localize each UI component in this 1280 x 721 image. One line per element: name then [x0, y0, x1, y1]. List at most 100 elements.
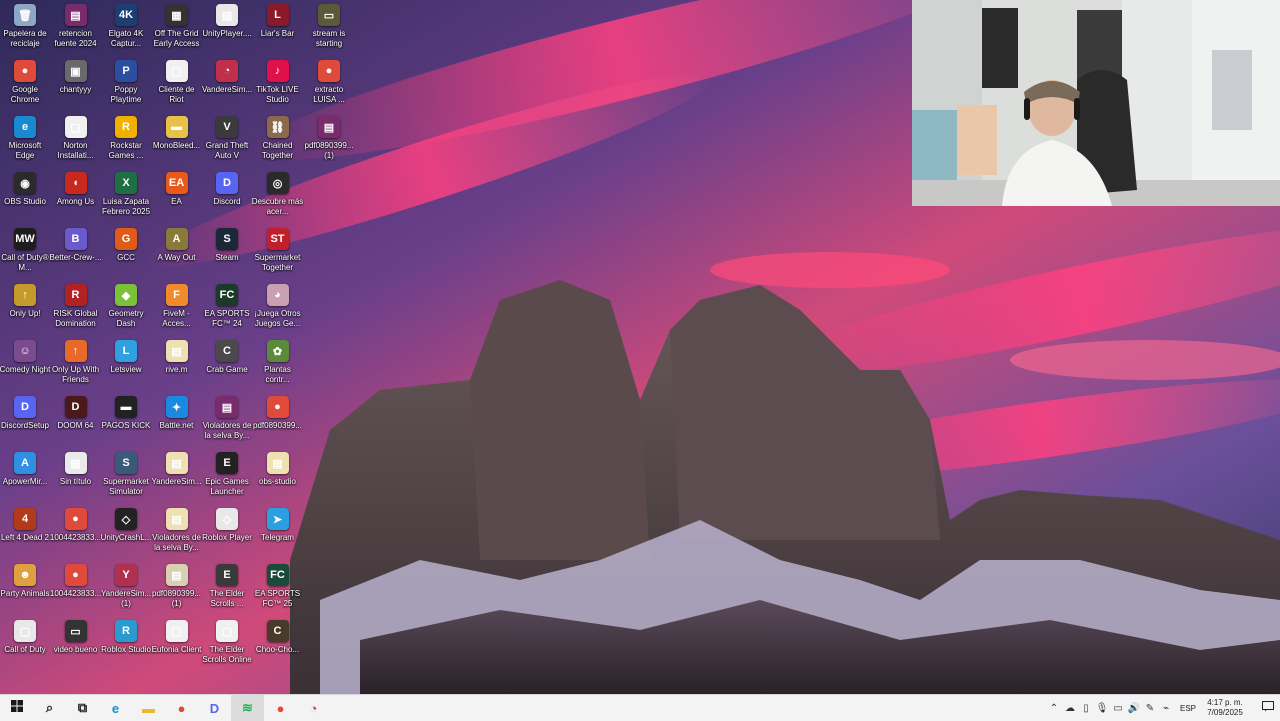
desktop-shortcut[interactable]: 🗑 Papelera de reciclaje: [0, 2, 50, 58]
desktop-shortcut[interactable]: C Choo-Cho...: [253, 618, 303, 674]
desktop-shortcut[interactable]: ◖ Among Us: [51, 170, 101, 226]
desktop-shortcut[interactable]: ▢ Norton Installati...: [51, 114, 101, 170]
desktop-shortcut[interactable]: FC EA SPORTS FC™ 24: [202, 282, 252, 338]
desktop-shortcut[interactable]: ✿ Plantas contr...: [253, 338, 303, 394]
desktop-shortcut[interactable]: ▤ rive.m: [152, 338, 202, 394]
desktop-shortcut[interactable]: E The Elder Scrolls ...: [202, 562, 252, 618]
desktop-shortcut[interactable]: ▤ Sin título: [51, 450, 101, 506]
desktop-shortcut[interactable]: ▬ MonoBleed...: [152, 114, 202, 170]
desktop-shortcut[interactable]: ⛓ Chained Together: [253, 114, 303, 170]
start-button[interactable]: [0, 695, 33, 721]
desktop-shortcut[interactable]: V Grand Theft Auto V: [202, 114, 252, 170]
desktop-shortcut[interactable]: ▤ YandereSim...: [151, 450, 202, 506]
desktop-shortcut[interactable]: ● pdf0890399...: [253, 394, 303, 450]
desktop-shortcut[interactable]: D Discord: [202, 170, 252, 226]
desktop-shortcut[interactable]: S Steam: [202, 226, 252, 282]
desktop-shortcut[interactable]: ◇ Roblox Player: [202, 506, 252, 562]
desktop-shortcut[interactable]: ▤ retencion fuente 2024: [51, 2, 101, 58]
desktop-shortcut[interactable]: 4 Left 4 Dead 2: [0, 506, 50, 562]
desktop-shortcut[interactable]: ● 1004423833...: [50, 506, 101, 562]
desktop-shortcut[interactable]: Y YandereSim... (1): [101, 562, 151, 618]
desktop-shortcut[interactable]: ✦ Battle.net: [152, 394, 202, 450]
desktop-shortcut[interactable]: D DOOM 64: [51, 394, 101, 450]
desktop-shortcut[interactable]: ▢ The Elder Scrolls Online: [202, 618, 252, 674]
desktop-shortcut[interactable]: ▢ Cliente de Riot: [152, 58, 202, 114]
taskbar-app-button[interactable]: e: [99, 695, 132, 721]
desktop-shortcut[interactable]: L Liar's Bar: [253, 2, 303, 58]
desktop-shortcut[interactable]: A A Way Out: [152, 226, 202, 282]
taskbar-app-button[interactable]: ⧉: [66, 695, 99, 721]
desktop-shortcut[interactable]: P Poppy Playtime: [101, 58, 151, 114]
desktop-shortcut[interactable]: ◇ UnityCrashL...: [101, 506, 151, 562]
taskbar-app-button[interactable]: ▬: [132, 695, 165, 721]
usb-icon[interactable]: ▯: [1078, 695, 1094, 721]
desktop-shortcut[interactable]: R Rockstar Games ...: [101, 114, 151, 170]
desktop-shortcut-label: Crab Game: [206, 365, 248, 374]
desktop-shortcut[interactable]: ↑ Only Up With Friends: [51, 338, 101, 394]
desktop-shortcut[interactable]: S Supermarket Simulator: [101, 450, 151, 506]
pen-icon[interactable]: ✎: [1142, 695, 1158, 721]
desktop-shortcut[interactable]: ▭ stream is starting: [304, 2, 354, 58]
desktop-shortcut[interactable]: D DiscordSetup: [0, 394, 50, 450]
desktop-shortcut[interactable]: R RISK Global Domination: [51, 282, 101, 338]
network-icon[interactable]: ⌁: [1158, 695, 1174, 721]
desktop-shortcut[interactable]: 4K Elgato 4K Captur...: [101, 2, 151, 58]
desktop-shortcut[interactable]: ST Supermarket Together: [253, 226, 303, 282]
taskbar-app-button[interactable]: ◔: [297, 695, 330, 721]
desktop-shortcut[interactable]: A ApowerMir...: [0, 450, 50, 506]
desktop-shortcut[interactable]: ◕ ¡Juega Otros Juegos Ge...: [253, 282, 303, 338]
desktop-shortcut[interactable]: ☺ Comedy Night: [0, 338, 50, 394]
notification-button[interactable]: [1256, 695, 1280, 721]
volume-icon[interactable]: 🔊: [1126, 695, 1142, 721]
microphone-icon[interactable]: 🎙: [1094, 695, 1110, 721]
desktop-shortcut[interactable]: ▢ Call of Duty: [0, 618, 50, 674]
desktop-shortcut[interactable]: R Roblox Studio: [101, 618, 151, 674]
desktop-shortcut[interactable]: MW Call of Duty® M...: [0, 226, 50, 282]
desktop-shortcut[interactable]: ◉ OBS Studio: [0, 170, 50, 226]
desktop-shortcut[interactable]: ▤ Violadores de la selva By...: [152, 506, 202, 562]
desktop-shortcut[interactable]: ☻ Party Animals: [0, 562, 50, 618]
taskbar-app-button[interactable]: ⌕: [33, 695, 66, 721]
desktop-shortcut[interactable]: ◆ Geometry Dash: [101, 282, 151, 338]
desktop-shortcut[interactable]: ▢ Eufonia Client: [152, 618, 202, 674]
taskbar-app-button[interactable]: ●: [165, 695, 198, 721]
display-icon[interactable]: ▭: [1110, 695, 1126, 721]
desktop-shortcut[interactable]: ▤ UnityPlayer....: [202, 2, 252, 58]
desktop-shortcut[interactable]: ● extracto LUISA ...: [304, 58, 354, 114]
cloud-icon[interactable]: ☁: [1062, 695, 1078, 721]
clock[interactable]: 4:17 p. m. 7/09/2025: [1202, 698, 1248, 718]
taskbar-app-button[interactable]: ≋: [231, 695, 264, 721]
desktop-shortcut[interactable]: e Microsoft Edge: [0, 114, 50, 170]
desktop-shortcut[interactable]: ◔ VandereSim...: [202, 58, 252, 114]
desktop-shortcut[interactable]: ● Google Chrome: [0, 58, 50, 114]
desktop-shortcut[interactable]: ↑ Only Up!: [0, 282, 50, 338]
desktop-shortcut[interactable]: C Crab Game: [202, 338, 252, 394]
desktop-shortcut-label: Geometry Dash: [108, 309, 144, 328]
chevron-up-icon[interactable]: ⌃: [1046, 695, 1062, 721]
desktop-shortcut[interactable]: E Epic Games Launcher: [202, 450, 252, 506]
desktop-shortcut[interactable]: FC EA SPORTS FC™ 25: [253, 562, 303, 618]
desktop-shortcut[interactable]: ♪ TikTok LIVE Studio: [253, 58, 303, 114]
desktop-shortcut[interactable]: ➤ Telegram: [253, 506, 303, 562]
taskbar-app-button[interactable]: ●: [264, 695, 297, 721]
desktop-shortcut[interactable]: G GCC: [101, 226, 151, 282]
desktop-shortcut[interactable]: B Better-Crew-...: [50, 226, 102, 282]
desktop-shortcut[interactable]: X Luisa Zapata Febrero 2025: [101, 170, 151, 226]
desktop-shortcut[interactable]: ◎ Descubre más acer...: [252, 170, 303, 226]
taskbar-app-button[interactable]: D: [198, 695, 231, 721]
desktop-shortcut[interactable]: ▤ Violadores de la selva By...: [202, 394, 252, 450]
desktop-shortcut[interactable]: ▦ Off The Grid Early Access: [152, 2, 202, 58]
desktop-shortcut[interactable]: ▤ pdf0890399... (1): [152, 562, 202, 618]
desktop-shortcut[interactable]: ▣ chantyyy: [51, 58, 101, 114]
desktop-shortcut[interactable]: ● 1004423833...: [50, 562, 101, 618]
desktop-shortcut[interactable]: EA EA: [152, 170, 202, 226]
desktop-shortcut[interactable]: L Letsview: [101, 338, 151, 394]
desktop-shortcut[interactable]: ▤ obs-studio: [253, 450, 303, 506]
desktop-shortcut-label: YandereSim...: [151, 477, 202, 486]
desktop-shortcut[interactable]: ▤ pdf0890399... (1): [304, 114, 354, 170]
desktop-shortcut[interactable]: ▬ PAGOS KICK: [101, 394, 151, 450]
language-indicator[interactable]: ESP: [1180, 704, 1196, 713]
desktop-shortcut[interactable]: ▭ video bueno: [51, 618, 101, 674]
desktop-shortcut-label: Microsoft Edge: [8, 141, 42, 160]
desktop-shortcut[interactable]: F FiveM - Acces...: [152, 282, 202, 338]
